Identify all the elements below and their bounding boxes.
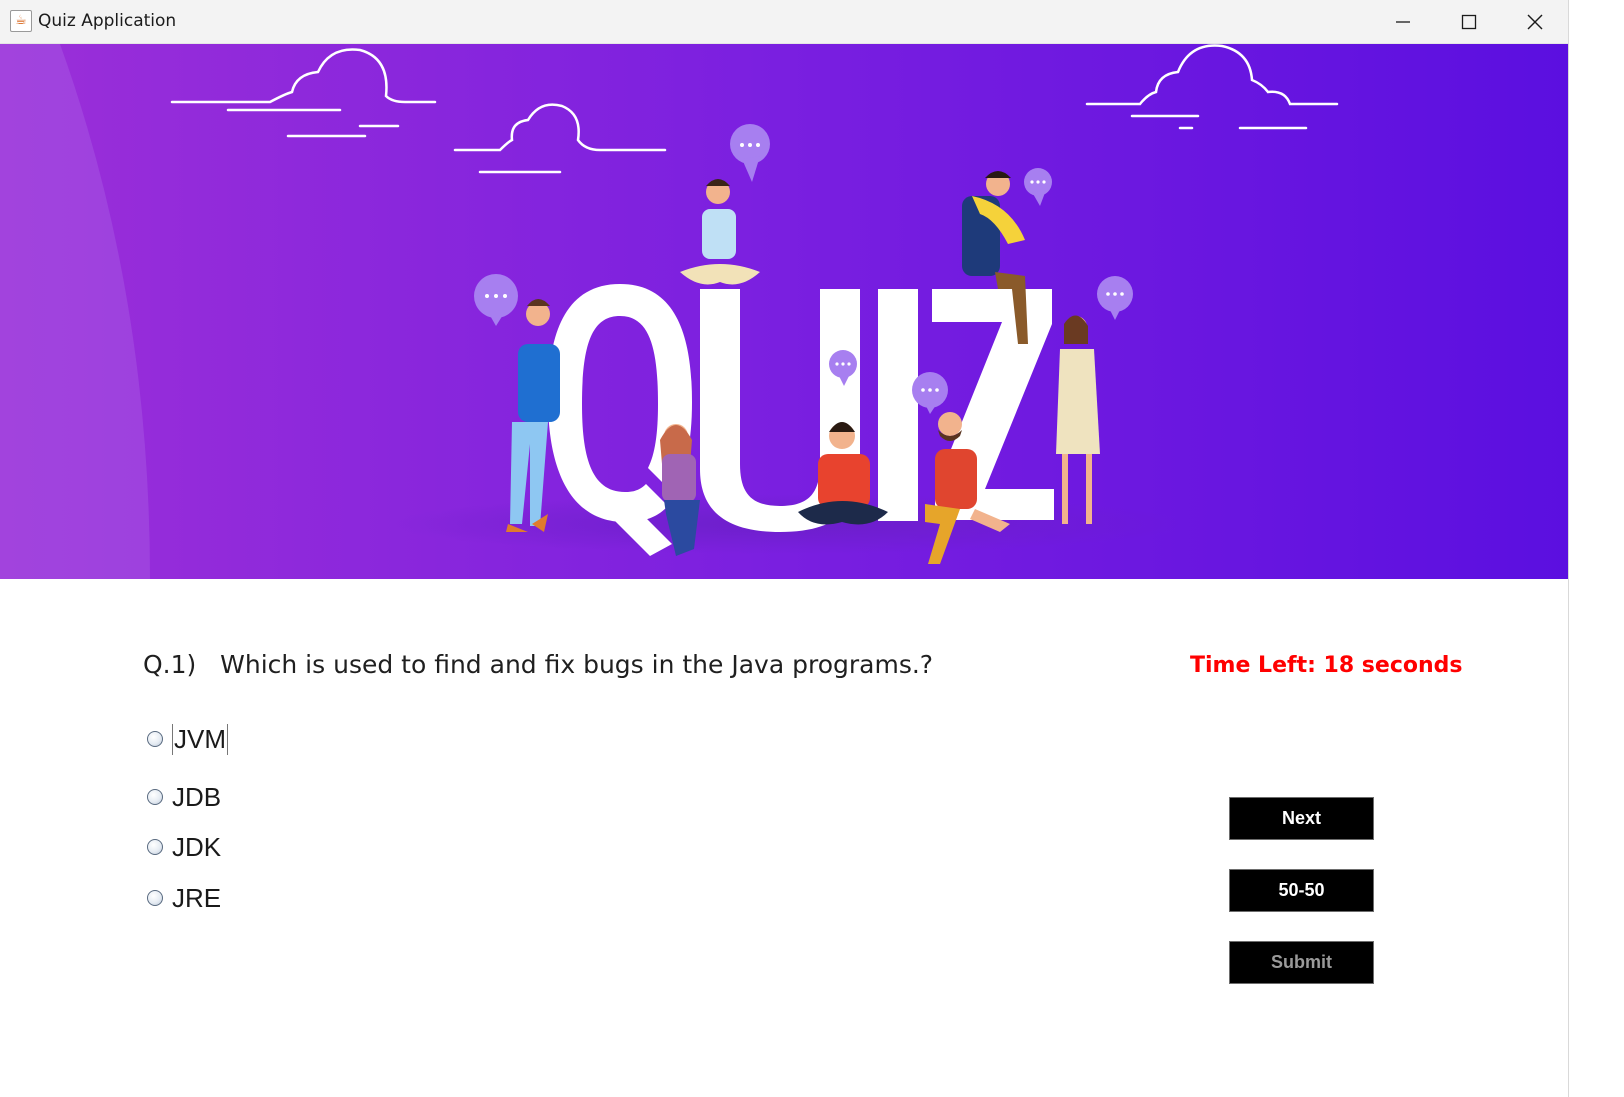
option-jre[interactable]: JRE <box>147 881 221 915</box>
window-title: Quiz Application <box>38 11 177 31</box>
title-bar[interactable]: ☕ Quiz Application <box>0 0 1568 44</box>
time-left-label: Time Left: 18 seconds <box>1190 653 1463 678</box>
option-label: JDB <box>172 781 222 812</box>
close-button[interactable] <box>1502 0 1568 43</box>
question-text: Which is used to find and fix bugs in th… <box>220 650 934 679</box>
fifty-fifty-button[interactable]: 50-50 <box>1229 869 1374 912</box>
close-icon <box>1527 14 1543 29</box>
maximize-button[interactable] <box>1436 0 1502 43</box>
minimize-icon <box>1396 20 1410 23</box>
option-label: JDK <box>172 831 222 862</box>
option-jdb[interactable]: JDB <box>147 780 221 814</box>
minimize-button[interactable] <box>1370 0 1436 43</box>
question-row: Q.1) Which is used to find and fix bugs … <box>143 650 933 679</box>
java-cup-icon: ☕ <box>10 10 32 32</box>
quiz-window: ☕ Quiz Application Q.1) Which is used to… <box>0 0 1569 1097</box>
option-label: JRE <box>172 882 222 913</box>
radio-button-icon[interactable] <box>147 789 163 805</box>
maximize-icon <box>1461 14 1477 29</box>
option-label: JVM <box>172 723 228 755</box>
radio-button-icon[interactable] <box>147 839 163 855</box>
radio-button-icon[interactable] <box>147 731 163 747</box>
option-jdk[interactable]: JDK <box>147 830 221 864</box>
quiz-banner-image <box>0 44 1568 579</box>
radio-button-icon[interactable] <box>147 890 163 906</box>
option-jvm[interactable]: JVM <box>147 722 228 756</box>
next-button[interactable]: Next <box>1229 797 1374 840</box>
question-number: Q.1) <box>143 650 197 679</box>
submit-button[interactable]: Submit <box>1229 941 1374 984</box>
